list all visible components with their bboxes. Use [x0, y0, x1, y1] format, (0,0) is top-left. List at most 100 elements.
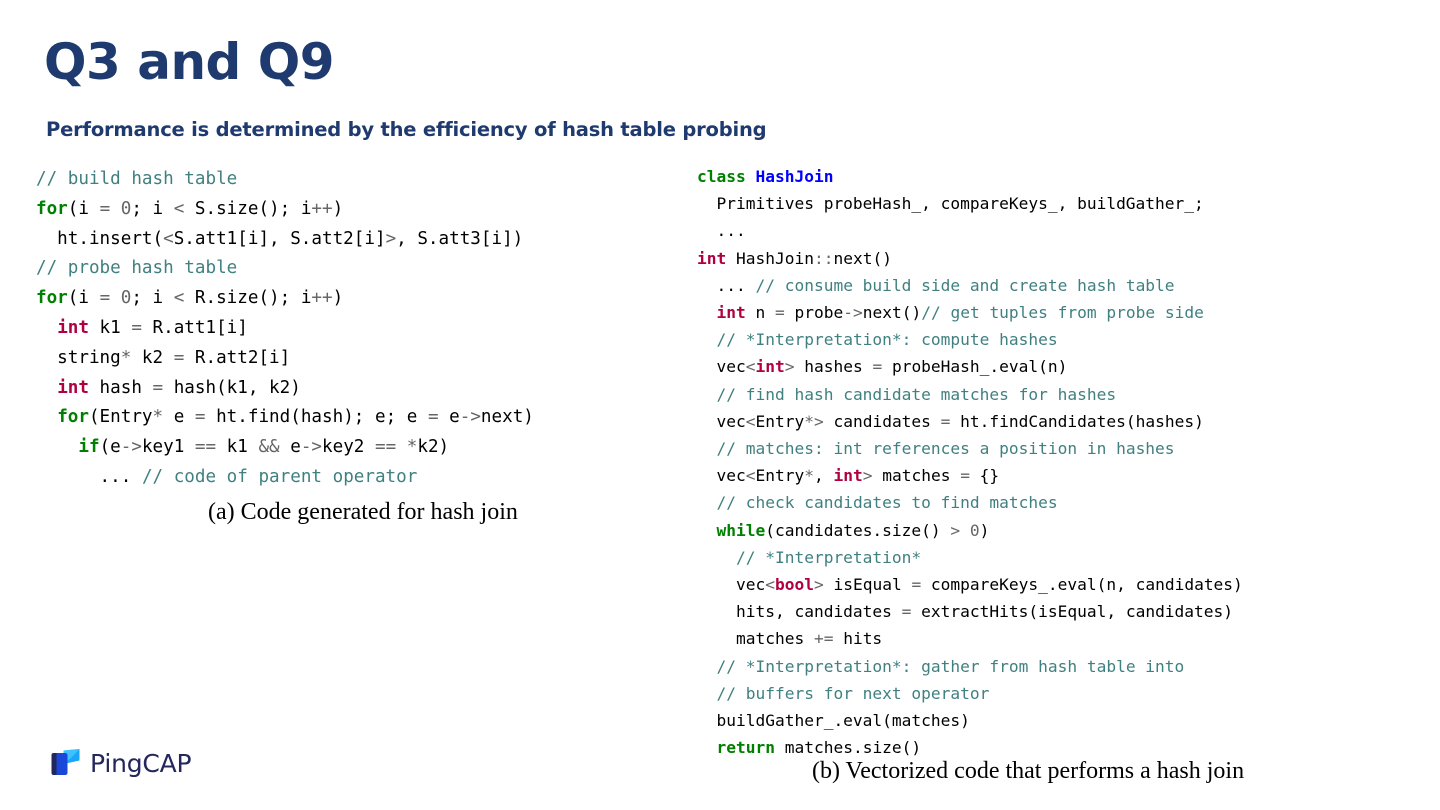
code-line: // *Interpretation*: compute hashes — [697, 326, 1243, 353]
code-token-txt: R.att1[i] — [141, 317, 248, 338]
code-token-type: int — [57, 317, 89, 338]
code-token-type: int — [833, 466, 863, 486]
code-token-cmt: // check candidates to find matches — [716, 493, 1058, 513]
code-token-txt: isEqual — [823, 575, 912, 595]
code-token-num: 0 — [120, 198, 132, 219]
code-token-cmt: // build hash table — [36, 169, 238, 189]
code-token-op: = — [173, 347, 185, 368]
code-token-op: > — [950, 520, 961, 540]
code-line: // find hash candidate matches for hashe… — [697, 381, 1243, 408]
code-token-op: -> — [459, 407, 481, 428]
code-token-op: < — [765, 575, 775, 595]
code-token-type: int — [57, 377, 89, 398]
code-token-op: && — [258, 437, 280, 458]
code-token-type: int — [755, 357, 785, 377]
code-token-txt: k1 — [88, 317, 132, 338]
code-token-txt: candidates — [823, 411, 941, 431]
code-token-txt: hashes — [794, 357, 873, 377]
code-token-op: = — [99, 288, 111, 309]
code-line: // *Interpretation*: gather from hash ta… — [697, 653, 1243, 680]
code-line: for(i = 0; i < S.size(); i++) — [36, 195, 534, 225]
code-token-txt: ) — [979, 520, 990, 540]
code-token-txt: ht.insert( — [36, 228, 164, 249]
code-token-txt: , — [813, 466, 834, 486]
code-token-txt: n — [745, 303, 775, 323]
code-line: int k1 = R.att1[i] — [36, 314, 534, 344]
code-token-txt: hits — [833, 629, 883, 649]
code-token-txt: probe — [784, 303, 844, 323]
code-token-op: :: — [813, 248, 834, 268]
code-token-txt: (i — [67, 288, 100, 309]
code-token-cmt: // *Interpretation* — [735, 547, 922, 567]
code-token-num: 0 — [120, 288, 132, 309]
code-token-op: == — [375, 437, 397, 458]
code-token-txt: next() — [833, 248, 892, 268]
code-token-op: * — [120, 347, 132, 368]
code-line: int n = probe->next()// get tuples from … — [697, 299, 1243, 326]
code-token-txt: ) — [332, 288, 344, 309]
code-token-kw: while — [716, 520, 766, 540]
code-token-op: -> — [300, 437, 323, 458]
code-token-txt: extractHits(isEqual, candidates) — [911, 602, 1234, 622]
code-line: Primitives probeHash_, compareKeys_, bui… — [697, 190, 1243, 217]
code-token-cmt: // code of parent operator — [141, 466, 418, 487]
code-token-txt: (candidates.size() — [765, 520, 951, 540]
code-token-op: = — [901, 602, 912, 622]
code-line: matches += hits — [697, 625, 1243, 652]
code-token-op: ++ — [311, 288, 333, 309]
code-token-txt: k1 — [216, 437, 259, 458]
code-token-txt: (Entry — [88, 407, 153, 428]
code-token-op: = — [194, 407, 206, 428]
code-token-txt: {} — [969, 466, 1000, 486]
code-token-txt: , S.att3[i]) — [396, 228, 524, 249]
code-token-kw: class — [697, 167, 746, 186]
code-token-cmt: // find hash candidate matches for hashe… — [716, 384, 1117, 404]
code-line: for(i = 0; i < R.size(); i++) — [36, 284, 534, 314]
code-token-op: * — [804, 466, 814, 486]
code-token-txt: HashJoin — [726, 248, 814, 268]
code-token-type: int — [697, 248, 727, 268]
code-token-op: < — [163, 228, 174, 249]
page-title: Q3 and Q9 — [44, 33, 335, 91]
code-token-txt: matches — [872, 466, 961, 486]
code-token-txt: hash(k1, k2) — [163, 377, 301, 398]
code-token-txt: hits, candidates — [697, 602, 902, 622]
code-token-op: == — [194, 437, 217, 458]
code-token-txt: ... — [697, 275, 756, 295]
code-token-kw: for — [36, 288, 68, 309]
code-token-op: = — [911, 575, 922, 595]
code-token-op: = — [99, 198, 111, 219]
code-line: // buffers for next operator — [697, 680, 1243, 707]
code-token-txt: ; i — [131, 288, 174, 309]
page-subtitle: Performance is determined by the efficie… — [46, 118, 767, 141]
code-token-cmt: // consume build side and create hash ta… — [755, 275, 1175, 295]
code-line: hits, candidates = extractHits(isEqual, … — [697, 598, 1243, 625]
code-token-txt: e — [163, 407, 195, 428]
code-line: // build hash table — [36, 165, 534, 195]
code-token-txt: buildGather_.eval(matches) — [697, 711, 970, 731]
code-line: if(e->key1 == k1 && e->key2 == *k2) — [36, 433, 534, 463]
code-line: class HashJoin — [697, 163, 1243, 190]
code-token-txt: matches — [697, 629, 814, 649]
code-token-txt: k2 — [131, 347, 174, 368]
code-line: buildGather_.eval(matches) — [697, 707, 1243, 734]
code-token-txt: S.att1[i], S.att2[i] — [173, 228, 386, 249]
code-line: // check candidates to find matches — [697, 489, 1243, 516]
code-block-generated-hash-join: // build hash table for(i = 0; i < S.size… — [36, 165, 534, 493]
code-token-txt: key2 — [322, 437, 375, 458]
code-line: string* k2 = R.att2[i] — [36, 344, 534, 374]
code-token-txt: vec — [697, 466, 746, 486]
code-token-txt: e — [279, 437, 301, 458]
code-line: ht.insert(<S.att1[i], S.att2[i]>, S.att3… — [36, 225, 534, 255]
code-token-txt: (i — [67, 198, 100, 219]
code-token-op: ++ — [311, 198, 333, 219]
code-token-op: += — [813, 629, 834, 649]
